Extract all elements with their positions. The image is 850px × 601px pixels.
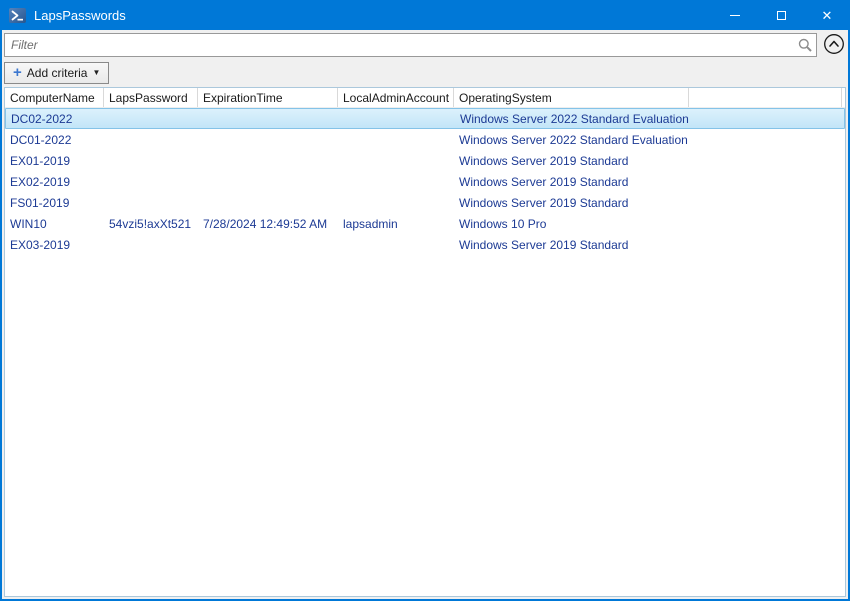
- cell-localadminaccount: [338, 171, 454, 192]
- column-header-filler: [689, 88, 842, 107]
- cell-operatingsystem: Windows Server 2022 Standard Evaluation: [454, 129, 689, 150]
- cell-localadminaccount: [338, 129, 454, 150]
- window-controls: ✕: [712, 0, 850, 30]
- cell-expirationtime: [198, 192, 338, 213]
- window-title: LapsPasswords: [34, 8, 126, 23]
- table-row[interactable]: DC01-2022 Windows Server 2022 Standard E…: [5, 129, 845, 150]
- cell-expirationtime: [199, 109, 339, 128]
- cell-localadminaccount: [338, 234, 454, 255]
- cell-expirationtime: [198, 171, 338, 192]
- cell-expirationtime: [198, 150, 338, 171]
- cell-operatingsystem: Windows Server 2019 Standard: [454, 234, 689, 255]
- cell-lapspassword: 54vzi5!axXt521: [104, 213, 198, 234]
- grid-header: ComputerName LapsPassword ExpirationTime…: [5, 88, 845, 108]
- minimize-icon: [730, 15, 740, 16]
- cell-computername: EX02-2019: [5, 171, 104, 192]
- add-criteria-button[interactable]: + Add criteria ▼: [4, 62, 109, 84]
- cell-computername: DC02-2022: [6, 109, 105, 128]
- plus-icon: +: [13, 67, 22, 79]
- filter-row: [2, 30, 848, 57]
- cell-lapspassword: [104, 192, 198, 213]
- powershell-icon: [9, 8, 26, 23]
- cell-operatingsystem: Windows Server 2019 Standard: [454, 171, 689, 192]
- criteria-row: + Add criteria ▼: [2, 57, 848, 84]
- table-row[interactable]: FS01-2019 Windows Server 2019 Standard: [5, 192, 845, 213]
- out-gridview-window: LapsPasswords ✕: [0, 0, 850, 601]
- cell-expirationtime: 7/28/2024 12:49:52 AM: [198, 213, 338, 234]
- chevron-up-circle-icon: [822, 32, 846, 59]
- cell-localadminaccount: [338, 192, 454, 213]
- close-icon: ✕: [822, 9, 833, 22]
- cell-operatingsystem: Windows Server 2019 Standard: [454, 192, 689, 213]
- column-header-expirationtime[interactable]: ExpirationTime: [198, 88, 338, 107]
- close-button[interactable]: ✕: [804, 0, 850, 30]
- column-header-localadminaccount[interactable]: LocalAdminAccount: [338, 88, 454, 107]
- titlebar[interactable]: LapsPasswords ✕: [0, 0, 850, 30]
- cell-operatingsystem: Windows 10 Pro: [454, 213, 689, 234]
- cell-computername: EX01-2019: [5, 150, 104, 171]
- cell-expirationtime: [198, 129, 338, 150]
- table-row[interactable]: WIN10 54vzi5!axXt521 7/28/2024 12:49:52 …: [5, 213, 845, 234]
- maximize-icon: [777, 11, 786, 20]
- caret-down-icon: ▼: [92, 69, 100, 77]
- column-header-computername[interactable]: ComputerName: [5, 88, 104, 107]
- table-row[interactable]: DC02-2022 Windows Server 2022 Standard E…: [5, 108, 845, 129]
- cell-computername: DC01-2022: [5, 129, 104, 150]
- table-row[interactable]: EX03-2019 Windows Server 2019 Standard: [5, 234, 845, 255]
- cell-operatingsystem: Windows Server 2022 Standard Evaluation: [455, 109, 690, 128]
- cell-lapspassword: [105, 109, 199, 128]
- filter-input[interactable]: [5, 34, 792, 56]
- cell-lapspassword: [104, 171, 198, 192]
- cell-operatingsystem: Windows Server 2019 Standard: [454, 150, 689, 171]
- maximize-button[interactable]: [758, 0, 804, 30]
- minimize-button[interactable]: [712, 0, 758, 30]
- cell-computername: WIN10: [5, 213, 104, 234]
- search-icon: [797, 37, 813, 53]
- cell-computername: EX03-2019: [5, 234, 104, 255]
- cell-lapspassword: [104, 129, 198, 150]
- cell-localadminaccount: [339, 109, 455, 128]
- results-grid: ComputerName LapsPassword ExpirationTime…: [4, 87, 846, 597]
- cell-lapspassword: [104, 234, 198, 255]
- table-row[interactable]: EX01-2019 Windows Server 2019 Standard: [5, 150, 845, 171]
- cell-localadminaccount: lapsadmin: [338, 213, 454, 234]
- cell-expirationtime: [198, 234, 338, 255]
- cell-computername: FS01-2019: [5, 192, 104, 213]
- table-row[interactable]: EX02-2019 Windows Server 2019 Standard: [5, 171, 845, 192]
- column-header-lapspassword[interactable]: LapsPassword: [104, 88, 198, 107]
- cell-lapspassword: [104, 150, 198, 171]
- add-criteria-label: Add criteria: [27, 66, 88, 80]
- collapse-criteria-button[interactable]: [821, 33, 846, 58]
- grid-body: DC02-2022 Windows Server 2022 Standard E…: [5, 108, 845, 255]
- filter-box: [4, 33, 817, 57]
- cell-localadminaccount: [338, 150, 454, 171]
- column-header-operatingsystem[interactable]: OperatingSystem: [454, 88, 689, 107]
